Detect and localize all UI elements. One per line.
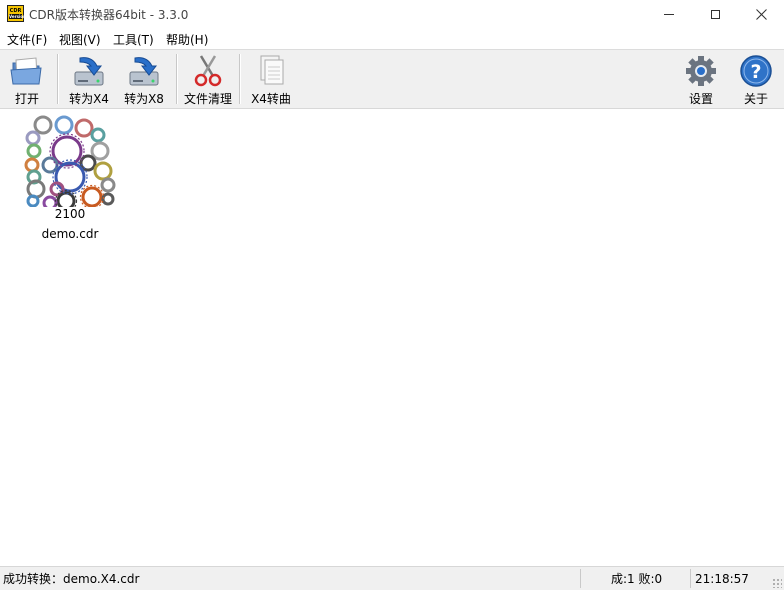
x4-curve-label: X4转曲 (251, 92, 291, 106)
file-item[interactable]: 2100 demo.cdr (18, 113, 122, 241)
file-cleanup-label: 文件清理 (183, 92, 232, 106)
file-thumbnail: 2100 (20, 113, 120, 221)
status-divider (580, 569, 581, 588)
status-time: 21:18:57 (695, 571, 749, 586)
menu-view[interactable]: 视图(V) (59, 30, 101, 49)
minimize-button[interactable] (646, 0, 692, 28)
app-logo-subtext: Version (9, 13, 26, 19)
toolbar-separator (57, 54, 59, 104)
status-bar: 成功转换：demo.X4.cdr 成:1 败:0 21:18:57 (0, 566, 784, 590)
app-logo-icon: CDR Version (7, 5, 26, 22)
convert-drive-icon (127, 54, 161, 88)
scissors-icon (191, 54, 225, 88)
menu-file[interactable]: 文件(F) (7, 30, 47, 49)
file-cleanup-button[interactable]: 文件清理 (182, 50, 234, 108)
maximize-icon (710, 9, 720, 19)
status-counts: 成:1 败:0 (611, 572, 663, 586)
convert-x4-button[interactable]: 转为X4 (66, 50, 112, 108)
status-divider (690, 569, 691, 588)
documents-icon (254, 54, 288, 88)
folder-open-icon (10, 54, 44, 88)
close-button[interactable] (738, 0, 784, 28)
toolbar-separator (176, 54, 178, 104)
about-label: 关于 (743, 92, 768, 106)
resize-grip[interactable] (772, 578, 782, 588)
about-button[interactable]: ? 关于 (739, 50, 773, 108)
convert-x4-label: 转为X4 (69, 92, 109, 106)
settings-label: 设置 (688, 92, 713, 106)
toolbar: 打开 转为X4 转为X8 文件清理 X4转曲 设置 ? 关于 (0, 49, 784, 109)
close-icon (755, 8, 767, 20)
svg-text:?: ? (750, 61, 761, 83)
convert-drive-icon (72, 54, 106, 88)
file-name: demo.cdr (41, 227, 99, 241)
settings-button[interactable]: 设置 (684, 50, 718, 108)
open-label: 打开 (14, 92, 39, 106)
file-list-area[interactable]: 2100 demo.cdr (0, 109, 784, 566)
help-icon: ? (739, 54, 773, 88)
gears-thumbnail-icon (24, 115, 116, 213)
open-button[interactable]: 打开 (6, 50, 48, 108)
menu-bar: 文件(F) 视图(V) 工具(T) 帮助(H) (0, 28, 784, 49)
status-message: 成功转换：demo.X4.cdr (3, 572, 140, 586)
title-bar: CDR Version CDR版本转换器64bit - 3.3.0 (0, 0, 784, 28)
window-title: CDR版本转换器64bit - 3.3.0 (29, 8, 189, 22)
toolbar-separator (239, 54, 241, 104)
x4-curve-button[interactable]: X4转曲 (247, 50, 295, 108)
maximize-button[interactable] (692, 0, 738, 28)
thumbnail-caption: 2100 (54, 207, 86, 221)
menu-help[interactable]: 帮助(H) (166, 30, 208, 49)
convert-x8-label: 转为X8 (124, 92, 164, 106)
menu-tools[interactable]: 工具(T) (113, 30, 154, 49)
minimize-icon (664, 13, 674, 15)
convert-x8-button[interactable]: 转为X8 (121, 50, 167, 108)
gear-icon (684, 54, 718, 88)
